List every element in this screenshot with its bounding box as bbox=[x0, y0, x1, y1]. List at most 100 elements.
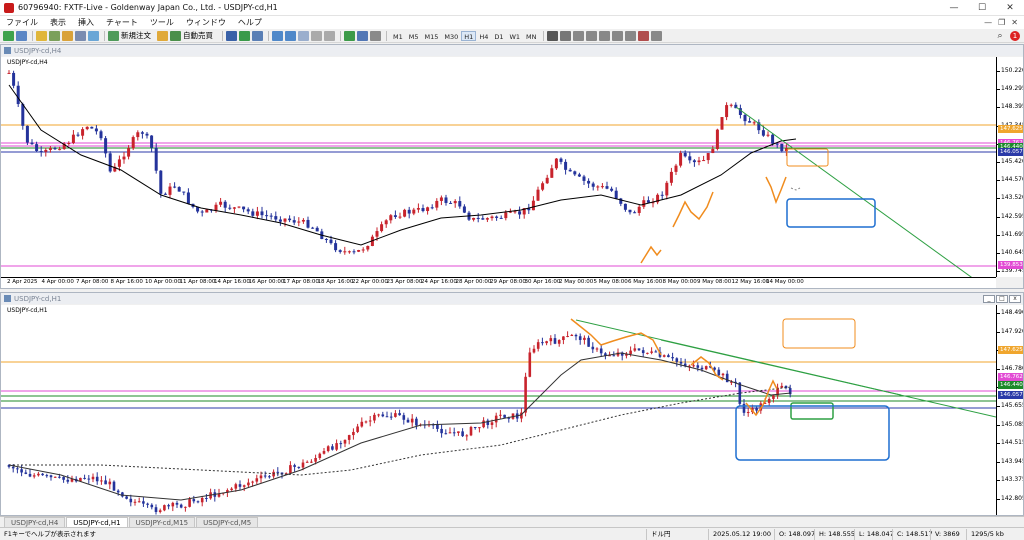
timeframe-mn[interactable]: MN bbox=[523, 31, 539, 41]
tab-usdjpy-m15[interactable]: USDJPY-cd,M15 bbox=[128, 517, 196, 527]
h4-candle-body bbox=[600, 186, 604, 188]
trendline-icon[interactable] bbox=[598, 30, 610, 41]
tab-usdjpy-h1[interactable]: USDJPY-cd,H1 bbox=[66, 517, 128, 527]
arrows-icon[interactable] bbox=[650, 30, 662, 41]
channel-icon[interactable] bbox=[611, 30, 623, 41]
vertical-line-icon[interactable] bbox=[572, 30, 584, 41]
minimize-button[interactable]: — bbox=[940, 0, 968, 16]
h4-tick-mark bbox=[997, 253, 1000, 254]
tile-windows-icon[interactable] bbox=[298, 30, 309, 41]
menu-tools[interactable]: ツール bbox=[144, 17, 180, 28]
h1-candle-body bbox=[49, 475, 53, 478]
h4-candle-body bbox=[21, 104, 25, 126]
chart-h1-minimize-button[interactable]: _ bbox=[983, 294, 995, 303]
menu-window[interactable]: ウィンドウ bbox=[180, 17, 232, 28]
tester-icon[interactable] bbox=[88, 30, 99, 41]
notification-badge[interactable]: 1 bbox=[1010, 30, 1020, 41]
h4-candle-body bbox=[269, 215, 273, 217]
h1-candle-body bbox=[41, 473, 44, 476]
auto-trading-icon[interactable] bbox=[170, 30, 181, 41]
timeframe-m15[interactable]: M15 bbox=[422, 31, 442, 41]
new-order-icon[interactable] bbox=[108, 30, 119, 41]
h4-candle-body bbox=[706, 153, 710, 161]
market-watch-icon[interactable] bbox=[36, 30, 47, 41]
navigator-icon[interactable] bbox=[62, 30, 73, 41]
toolbar-divider bbox=[268, 30, 269, 41]
line-chart-icon[interactable] bbox=[252, 30, 263, 41]
h4-candle-body bbox=[136, 132, 140, 138]
h1-plot-area[interactable]: USDJPY-cd,H1 bbox=[1, 305, 996, 515]
fibonacci-icon[interactable] bbox=[624, 30, 636, 41]
bar-chart-icon[interactable] bbox=[226, 30, 237, 41]
h4-candle-body bbox=[679, 152, 683, 166]
chart-h1-close-button[interactable]: x bbox=[1009, 294, 1021, 303]
new-order-button[interactable]: 新規注文 bbox=[121, 30, 151, 41]
h4-candle-body bbox=[297, 221, 301, 223]
tab-usdjpy-h4[interactable]: USDJPY-cd,H4 bbox=[4, 517, 66, 527]
timeframe-w1[interactable]: W1 bbox=[506, 31, 523, 41]
mdi-close-icon[interactable]: ✕ bbox=[1011, 18, 1018, 27]
metaeditor-icon[interactable] bbox=[157, 30, 168, 41]
h1-candle-body bbox=[574, 334, 578, 337]
data-window-icon[interactable] bbox=[49, 30, 60, 41]
timeframe-h4[interactable]: H4 bbox=[476, 31, 491, 41]
terminal-icon[interactable] bbox=[75, 30, 86, 41]
h4-tick-mark bbox=[997, 162, 1000, 163]
mdi-restore-icon[interactable]: ❐ bbox=[998, 18, 1005, 27]
chart-shift-icon[interactable] bbox=[324, 30, 335, 41]
timeframe-d1[interactable]: D1 bbox=[491, 31, 506, 41]
cursor-icon[interactable] bbox=[546, 30, 558, 41]
horizontal-line-icon[interactable] bbox=[585, 30, 597, 41]
h4-candle-body bbox=[771, 134, 775, 144]
h4-candle-body bbox=[559, 158, 563, 162]
new-chart-icon[interactable] bbox=[3, 30, 14, 41]
profiles-icon[interactable] bbox=[16, 30, 27, 41]
h1-candle-body bbox=[137, 501, 141, 503]
timeframe-m5[interactable]: M5 bbox=[406, 31, 422, 41]
h4-plot-area[interactable]: USDJPY-cd,H4 bbox=[1, 57, 996, 277]
maximize-button[interactable]: ☐ bbox=[968, 0, 996, 16]
h1-candle-body bbox=[142, 501, 145, 504]
timeframe-m30[interactable]: M30 bbox=[441, 31, 461, 41]
templates-icon[interactable] bbox=[370, 30, 381, 41]
chart-h1-maximize-button[interactable]: □ bbox=[996, 294, 1008, 303]
h4-price-tag: 139.853 bbox=[998, 261, 1023, 269]
h1-candle-body bbox=[436, 424, 439, 429]
close-button[interactable]: ✕ bbox=[996, 0, 1024, 16]
h4-candle-body bbox=[518, 211, 522, 215]
h1-candle-body bbox=[713, 367, 716, 370]
h4-candle-body bbox=[186, 192, 190, 204]
timeframe-h1[interactable]: H1 bbox=[461, 30, 477, 41]
crosshair-icon[interactable] bbox=[559, 30, 571, 41]
h4-candle-body bbox=[642, 200, 646, 207]
h4-candle-body bbox=[577, 174, 581, 177]
h4-price-tag: 146.057 bbox=[998, 148, 1023, 156]
search-icon[interactable]: ⌕ bbox=[994, 31, 1006, 41]
tab-usdjpy-m5[interactable]: USDJPY-cd,M5 bbox=[196, 517, 259, 527]
h4-candle-body bbox=[384, 220, 388, 225]
menu-chart[interactable]: チャート bbox=[100, 17, 144, 28]
h1-candle-body bbox=[238, 484, 242, 487]
mdi-minimize-icon[interactable]: — bbox=[984, 18, 992, 27]
h1-candle-body bbox=[322, 451, 326, 454]
menu-file[interactable]: ファイル bbox=[0, 17, 44, 28]
menu-insert[interactable]: 挿入 bbox=[72, 17, 100, 28]
timeframe-m1[interactable]: M1 bbox=[390, 31, 406, 41]
status-profile[interactable]: ドル円 bbox=[646, 528, 708, 540]
candlestick-icon[interactable] bbox=[239, 30, 250, 41]
h1-candle-body bbox=[242, 485, 246, 487]
h4-candle-body bbox=[780, 143, 784, 152]
text-tool-icon[interactable] bbox=[637, 30, 649, 41]
autoscroll-icon[interactable] bbox=[311, 30, 322, 41]
periods-icon[interactable] bbox=[357, 30, 368, 41]
h4-tick-label: 150.220 bbox=[1001, 67, 1023, 74]
h1-candle-body bbox=[587, 337, 590, 347]
menu-view[interactable]: 表示 bbox=[44, 17, 72, 28]
h1-candle-body bbox=[87, 478, 91, 480]
h1-candle-body bbox=[780, 385, 784, 388]
zoom-out-icon[interactable] bbox=[285, 30, 296, 41]
auto-trading-button[interactable]: 自動売買 bbox=[183, 30, 213, 41]
menu-help[interactable]: ヘルプ bbox=[232, 17, 268, 28]
indicators-icon[interactable] bbox=[344, 30, 355, 41]
zoom-in-icon[interactable] bbox=[272, 30, 283, 41]
